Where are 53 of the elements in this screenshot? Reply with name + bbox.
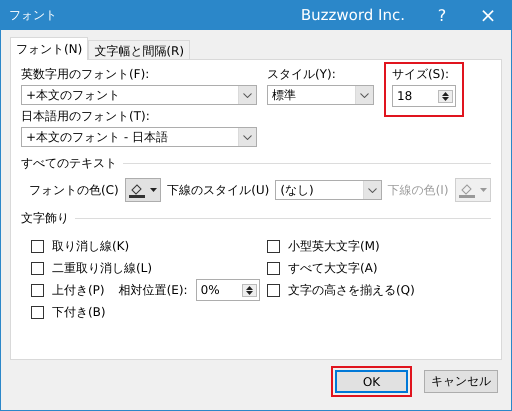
checkbox-label: 下付き(B) — [52, 304, 106, 320]
chevron-down-icon — [243, 134, 252, 140]
up-arrow-icon — [246, 286, 253, 290]
checkbox[interactable] — [31, 262, 44, 274]
paint-bucket-icon — [128, 182, 146, 198]
down-arrow-icon — [442, 96, 449, 100]
checkbox[interactable] — [267, 284, 280, 296]
checkbox-label: 文字の高さを揃える(Q) — [288, 282, 415, 298]
caret-icon — [150, 188, 158, 192]
checkbox[interactable] — [31, 306, 44, 318]
field-label: 相対位置(E): — [118, 282, 188, 298]
caret-icon — [480, 188, 488, 192]
ok-button[interactable]: OK — [335, 370, 408, 393]
checkbox-label: 二重取り消し線(L) — [52, 260, 152, 276]
checkbox[interactable] — [31, 240, 44, 252]
help-button[interactable]: ? — [419, 0, 465, 30]
spin-buttons[interactable] — [242, 284, 257, 296]
checkbox-label: すべて大文字(A) — [288, 260, 378, 276]
chevron-down-icon — [360, 92, 369, 98]
checkbox-label: 上付き(P) — [52, 282, 105, 298]
offset-field[interactable]: 0% — [196, 279, 260, 301]
tab[interactable]: フォント(N) — [10, 37, 88, 60]
paint-bucket-icon — [458, 182, 476, 198]
font-dropdown[interactable]: +本文のフォント — [21, 85, 257, 105]
checkbox[interactable] — [267, 262, 280, 274]
font-dropdown[interactable]: +本文のフォント - 日本語 — [21, 127, 257, 147]
cancel-button[interactable]: キャンセル — [424, 370, 498, 393]
chevron-down-icon — [243, 92, 252, 98]
checkbox[interactable] — [31, 284, 44, 296]
field-label: サイズ(S): — [392, 66, 450, 82]
field-label: 下線の色(I) — [388, 182, 449, 198]
underline-style-dropdown[interactable]: (なし) — [275, 180, 382, 200]
brand-name: Buzzword Inc. — [300, 6, 405, 24]
field-label: 日本語用のフォント(T): — [21, 108, 151, 124]
window-title: フォント — [9, 6, 58, 24]
up-arrow-icon — [442, 92, 449, 96]
checkbox-label: 小型英大文字(M) — [288, 238, 380, 254]
section-heading: 文字飾り — [21, 210, 69, 227]
chevron-down-icon — [368, 188, 377, 192]
spin-buttons[interactable] — [438, 90, 453, 102]
color-picker-button[interactable] — [124, 178, 162, 202]
field-label: 下線のスタイル(U) — [167, 182, 270, 198]
field-label: フォントの色(C) — [29, 182, 119, 198]
field-label: スタイル(Y): — [267, 66, 337, 82]
section-heading: すべてのテキスト — [21, 155, 117, 172]
checkbox-label: 取り消し線(K) — [52, 238, 130, 254]
field-label: 英数字用のフォント(F): — [21, 66, 150, 82]
down-arrow-icon — [246, 290, 253, 294]
size-field[interactable]: 18 — [392, 85, 456, 107]
tab[interactable]: 文字幅と間隔(R) — [88, 40, 190, 59]
style-dropdown[interactable]: 標準 — [267, 85, 374, 105]
checkbox[interactable] — [267, 240, 280, 252]
close-button[interactable]: × — [465, 0, 511, 30]
